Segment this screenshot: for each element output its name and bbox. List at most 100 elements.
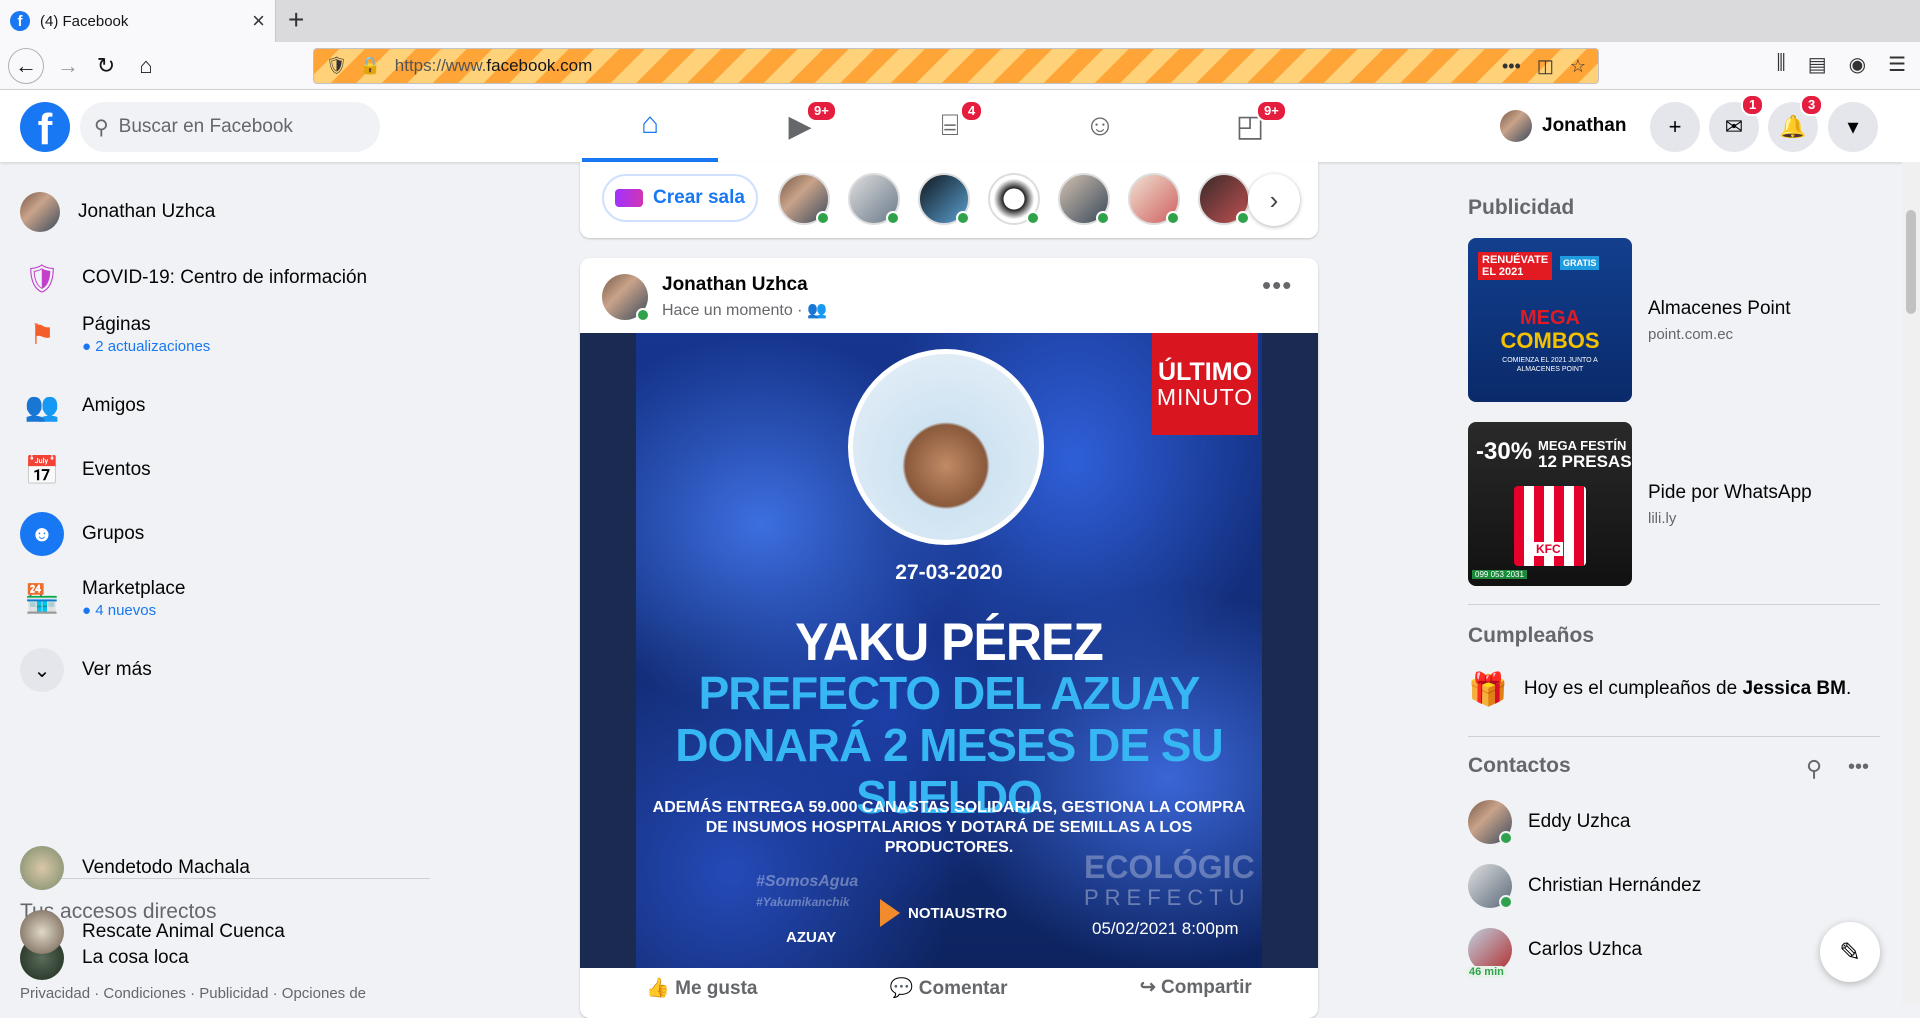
contact-item[interactable]: Eddy Uzhca [1468, 800, 1630, 845]
close-tab-icon[interactable]: × [252, 8, 265, 34]
home-icon[interactable]: ⌂ [130, 50, 162, 82]
image-watermark: PREFECTU [1084, 885, 1251, 910]
notifications-button[interactable]: 🔔 3 [1768, 94, 1824, 152]
avatar: 46 min [1466, 928, 1512, 978]
play-logo-icon [880, 899, 900, 927]
sidebar-item-sub: ● 4 nuevos [82, 601, 157, 619]
new-message-button[interactable]: ✎ [1820, 922, 1880, 982]
sidebar-item-label: Eventos [82, 459, 151, 480]
ad-item[interactable]: -30% MEGA FESTÍN 12 PRESAS KFC 099 053 2… [1468, 422, 1882, 586]
facebook-logo-icon[interactable]: f [20, 102, 70, 152]
avatar [20, 192, 60, 232]
room-contact-avatar[interactable] [1058, 173, 1110, 225]
room-contact-avatar[interactable] [1128, 173, 1180, 225]
comment-icon: 💬 [889, 978, 914, 999]
messenger-button[interactable]: ✉ 1 [1709, 94, 1765, 152]
ad-title: Pide por WhatsApp [1648, 481, 1812, 503]
notifications-badge: 3 [1800, 94, 1824, 116]
like-button[interactable]: 👍 Me gusta [646, 976, 757, 1000]
birthdays-heading: Cumpleaños [1468, 624, 1595, 647]
create-room-button[interactable]: Crear sala [602, 174, 758, 222]
url-text[interactable]: https://www.facebook.com [395, 56, 592, 76]
sidebar-item-profile[interactable]: Jonathan Uzhca [20, 192, 215, 232]
more-options-icon[interactable]: ••• [1262, 270, 1292, 301]
sidebar-item-pages[interactable]: ⚑ Páginas ● 2 actualizaciones [20, 312, 210, 356]
chevron-right-icon[interactable]: › [1248, 174, 1300, 226]
tab-gaming[interactable]: ◰ 9+ [1182, 90, 1318, 162]
more-options-icon[interactable]: ••• [1848, 756, 1869, 779]
online-dot [1096, 211, 1110, 225]
online-dot [1236, 211, 1250, 225]
ad-domain: lili.ly [1648, 509, 1677, 527]
create-plus-button[interactable]: + [1650, 102, 1700, 152]
account-icon[interactable]: ◉ [1849, 52, 1866, 77]
library-icon[interactable]: ⫼ [1777, 52, 1786, 77]
thumbs-up-icon: 👍 [646, 978, 670, 999]
image-timestamp: 05/02/2021 8:00pm [1092, 919, 1239, 938]
divider [1468, 736, 1880, 737]
create-room-label: Crear sala [653, 187, 745, 208]
contact-item[interactable]: Christian Hernández [1468, 864, 1701, 909]
comment-button[interactable]: 💬 Comentar [890, 976, 1008, 1000]
tab-home[interactable]: ⌂ [582, 90, 718, 162]
post-time[interactable]: Hace un momento · 👥 [662, 300, 827, 320]
messenger-icon: ✉ [1724, 114, 1744, 139]
search-icon: ⚲ [94, 116, 109, 139]
sidebar-item-see-more[interactable]: ⌄ Ver más [20, 648, 152, 692]
new-tab-icon[interactable]: + [288, 4, 304, 36]
sidebar-item-covid[interactable]: 🛡 COVID-19: Centro de información [20, 256, 367, 300]
tab-groups[interactable]: ☺ [1032, 90, 1168, 162]
groups-icon: ☻ [20, 512, 64, 556]
ad-image-text: COMBOS [1500, 328, 1600, 353]
forward-arrow-icon[interactable]: → [52, 50, 84, 82]
account-menu-button[interactable]: ▾ [1828, 102, 1878, 152]
sidebar-item-marketplace[interactable]: 🏪 Marketplace ● 4 nuevos [20, 576, 186, 620]
ad-item[interactable]: RENUÉVATE EL 2021 GRATIS MEGA COMBOS COMI… [1468, 238, 1882, 402]
bookmark-star-icon[interactable]: ☆ [1570, 56, 1586, 77]
shield-icon[interactable]: 🛡 [326, 56, 348, 76]
room-contact-avatar[interactable] [848, 173, 900, 225]
ad-image-text: RENUÉVATE EL 2021 [1478, 252, 1553, 280]
like-label: Me gusta [675, 978, 758, 999]
sidebar-item-label: Jonathan Uzhca [78, 201, 216, 222]
room-contact-avatar[interactable] [1198, 173, 1250, 225]
tab-watch[interactable]: ▶ 9+ [732, 90, 868, 162]
contact-item[interactable]: 46 min Carlos Uzhca [1466, 928, 1642, 978]
room-contact-avatar[interactable] [988, 173, 1040, 225]
sidebar-item-groups[interactable]: ☻ Grupos [20, 512, 144, 556]
scrollbar[interactable] [1902, 162, 1920, 1005]
search-icon[interactable]: ⚲ [1806, 756, 1822, 782]
online-dot [1499, 831, 1513, 845]
reload-icon[interactable]: ↻ [90, 50, 122, 82]
room-contact-avatar[interactable] [918, 173, 970, 225]
menu-icon[interactable]: ☰ [1888, 52, 1906, 77]
share-button[interactable]: ↪ Compartir [1140, 976, 1252, 1000]
birthday-notice[interactable]: 🎁 Hoy es el cumpleaños de Jessica BM. [1468, 670, 1851, 708]
sidebar-item-friends[interactable]: 👥 Amigos [20, 384, 146, 428]
sidebar-toggle-icon[interactable]: ▤ [1808, 52, 1827, 77]
compose-icon: ✎ [1839, 936, 1861, 967]
ad-image-text: 12 PRESAS [1538, 452, 1632, 471]
browser-tab[interactable]: f (4) Facebook × [0, 0, 276, 42]
sidebar-item-events[interactable]: 📅 Eventos [20, 448, 151, 492]
footer-links[interactable]: Privacidad · Condiciones · Publicidad · … [20, 985, 366, 1002]
lock-icon[interactable]: 🔒 [360, 56, 381, 76]
pocket-icon[interactable]: ◫ [1537, 56, 1554, 77]
ad-image-text: MEGA [1520, 307, 1580, 329]
video-camera-icon [615, 189, 644, 207]
scrollbar-thumb[interactable] [1906, 210, 1916, 314]
back-arrow-icon[interactable]: ← [8, 48, 44, 84]
room-contact-avatar[interactable] [778, 173, 830, 225]
share-icon: ↪ [1139, 977, 1156, 998]
shortcut-item[interactable]: Vendetodo Machala [20, 846, 250, 890]
page-actions-icon[interactable]: ••• [1502, 56, 1521, 77]
search-input[interactable]: ⚲ Buscar en Facebook [80, 102, 380, 152]
address-bar[interactable]: 🛡 🔒 https://www.facebook.com ••• ◫ ☆ [313, 48, 1599, 84]
post-author[interactable]: Jonathan Uzhca [662, 274, 808, 296]
shortcut-item[interactable]: Rescate Animal Cuenca [20, 910, 285, 954]
ad-image-text: RENUÉVATE [1482, 254, 1549, 266]
post-image[interactable]: ÚLTIMO MINUTO 27-03-2020 YAKU PÉREZ PREF… [580, 333, 1318, 968]
comment-label: Comentar [918, 978, 1008, 999]
profile-chip[interactable]: Jonathan [1500, 104, 1626, 148]
tab-marketplace[interactable]: ⌸ 4 [882, 90, 1018, 162]
